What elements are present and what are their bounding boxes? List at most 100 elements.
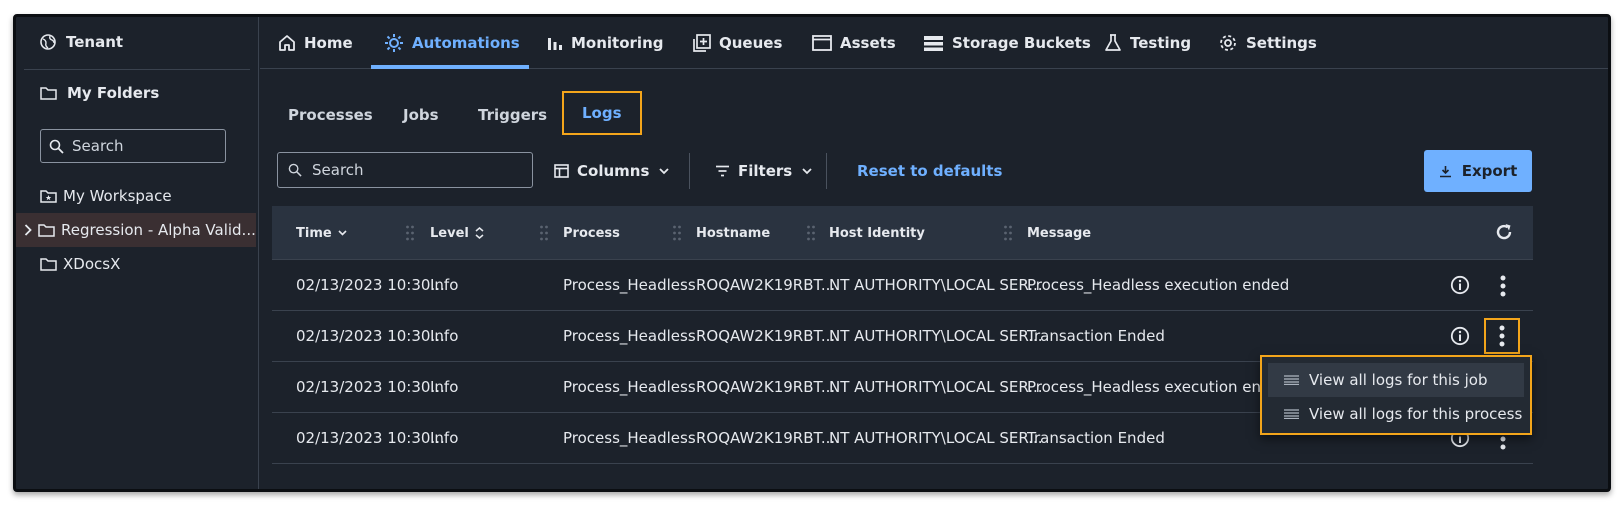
cell-host-identity: NT AUTHORITY\LOCAL SER... xyxy=(829,429,1043,447)
table-row[interactable]: 02/13/2023 10:30... Info Process_Headles… xyxy=(272,260,1533,311)
queue-icon xyxy=(693,33,711,52)
nav-testing[interactable]: Testing xyxy=(1104,17,1191,69)
list-icon xyxy=(1284,409,1299,419)
row-actions-button[interactable] xyxy=(1492,271,1514,301)
tab-logs-label: Logs xyxy=(582,104,622,122)
column-resize-handle-icon[interactable] xyxy=(672,225,682,241)
nav-automations-label: Automations xyxy=(412,34,520,52)
column-header-level[interactable]: Level xyxy=(430,206,484,260)
column-header-time[interactable]: Time xyxy=(296,206,347,260)
cell-message: Process_Headless execution ended xyxy=(1027,276,1290,294)
sidebar-item-my-workspace[interactable]: My Workspace xyxy=(40,179,172,213)
folder-search-input[interactable]: Search xyxy=(40,129,226,163)
tab-jobs[interactable]: Jobs xyxy=(403,97,439,133)
search-icon xyxy=(288,163,302,177)
download-icon xyxy=(1439,165,1451,177)
nav-storage-buckets[interactable]: Storage Buckets xyxy=(923,17,1091,69)
column-header-label: Time xyxy=(296,225,332,241)
sidebar-item-regression[interactable]: Regression - Alpha Valid... xyxy=(16,213,256,247)
column-header-hostname[interactable]: Hostname xyxy=(696,206,770,260)
cell-level: Info xyxy=(430,429,459,447)
cell-host-identity: NT AUTHORITY\LOCAL SER... xyxy=(829,276,1043,294)
nav-monitoring[interactable]: Monitoring xyxy=(547,17,663,69)
logs-search-placeholder: Search xyxy=(312,161,364,179)
nav-monitoring-label: Monitoring xyxy=(571,34,664,52)
nav-storage-label: Storage Buckets xyxy=(952,34,1091,52)
nav-automations[interactable]: Automations xyxy=(384,17,520,69)
tenant-selector[interactable]: Tenant xyxy=(40,29,123,55)
tab-triggers-label: Triggers xyxy=(478,106,548,124)
columns-label: Columns xyxy=(577,162,650,180)
folder-icon xyxy=(38,224,55,237)
sidebar-item-xdocsx[interactable]: XDocsX xyxy=(40,247,120,281)
refresh-icon[interactable] xyxy=(1494,222,1514,242)
row-actions-button[interactable] xyxy=(1484,318,1520,354)
column-header-label: Host Identity xyxy=(829,225,925,241)
app-window: Tenant My Folders Search My Workspace Re… xyxy=(13,14,1611,492)
nav-settings-label: Settings xyxy=(1246,34,1317,52)
column-header-label: Message xyxy=(1027,225,1092,241)
reset-to-defaults-link[interactable]: Reset to defaults xyxy=(857,154,1002,188)
chevron-down-icon xyxy=(802,167,812,174)
info-icon[interactable] xyxy=(1450,275,1470,295)
cell-time: 02/13/2023 10:30... xyxy=(296,327,445,345)
nav-assets-label: Assets xyxy=(840,34,896,52)
my-folders-heading[interactable]: My Folders xyxy=(40,79,159,107)
cell-host-identity: NT AUTHORITY\LOCAL SER... xyxy=(829,327,1043,345)
menu-item-view-job-logs[interactable]: View all logs for this job xyxy=(1268,363,1524,397)
column-header-host-identity[interactable]: Host Identity xyxy=(829,206,925,260)
row-actions-menu: View all logs for this job View all logs… xyxy=(1260,355,1532,435)
cell-message: Transaction Ended xyxy=(1027,429,1165,447)
logs-search-input[interactable]: Search xyxy=(277,152,533,188)
cell-level: Info xyxy=(430,276,459,294)
nav-home[interactable]: Home xyxy=(278,17,353,69)
tab-processes[interactable]: Processes xyxy=(288,97,373,133)
storage-icon xyxy=(924,35,943,51)
columns-icon xyxy=(554,164,569,178)
cell-level: Info xyxy=(430,327,459,345)
gear-icon xyxy=(1220,35,1236,51)
asset-window-icon xyxy=(812,35,832,51)
column-resize-handle-icon[interactable] xyxy=(806,225,816,241)
column-header-message[interactable]: Message xyxy=(1027,206,1091,260)
chevron-right-icon[interactable] xyxy=(24,224,32,236)
column-resize-handle-icon[interactable] xyxy=(539,225,549,241)
cell-time: 02/13/2023 10:30... xyxy=(296,276,445,294)
nav-queues[interactable]: Queues xyxy=(692,17,782,69)
automation-gear-icon xyxy=(385,34,403,52)
export-label: Export xyxy=(1461,162,1518,180)
export-button[interactable]: Export xyxy=(1424,150,1532,192)
columns-button[interactable]: Columns xyxy=(554,154,670,188)
nav-assets[interactable]: Assets xyxy=(812,17,896,69)
column-header-process[interactable]: Process xyxy=(563,206,620,260)
tab-processes-label: Processes xyxy=(288,106,373,124)
cell-process: Process_Headless xyxy=(563,276,696,294)
tab-triggers[interactable]: Triggers xyxy=(478,97,547,133)
sidebar: Tenant My Folders Search My Workspace Re… xyxy=(16,17,259,489)
menu-item-label: View all logs for this process xyxy=(1309,405,1523,423)
flask-icon xyxy=(1105,34,1121,51)
column-header-label: Process xyxy=(563,225,620,241)
column-resize-handle-icon[interactable] xyxy=(405,225,415,241)
tab-logs[interactable]: Logs xyxy=(562,91,642,135)
nav-queues-label: Queues xyxy=(719,34,783,52)
nav-settings[interactable]: Settings xyxy=(1218,17,1317,69)
toolbar-divider xyxy=(689,153,690,189)
filters-button[interactable]: Filters xyxy=(715,154,812,188)
column-resize-handle-icon[interactable] xyxy=(1003,225,1013,241)
info-icon[interactable] xyxy=(1450,326,1470,346)
cell-hostname: ROQAW2K19RBT... xyxy=(696,327,836,345)
menu-item-view-process-logs[interactable]: View all logs for this process xyxy=(1268,397,1524,431)
sidebar-item-label: My Workspace xyxy=(63,187,172,205)
home-icon xyxy=(279,35,295,51)
workspace-folder-icon xyxy=(40,190,57,203)
more-vertical-icon xyxy=(1499,325,1505,347)
reset-label: Reset to defaults xyxy=(857,162,1003,180)
cell-hostname: ROQAW2K19RBT... xyxy=(696,276,836,294)
tab-jobs-label: Jobs xyxy=(403,106,439,124)
menu-item-label: View all logs for this job xyxy=(1309,371,1488,389)
cell-hostname: ROQAW2K19RBT... xyxy=(696,429,836,447)
nav-home-label: Home xyxy=(304,34,353,52)
column-header-label: Hostname xyxy=(696,225,771,241)
cell-process: Process_Headless xyxy=(563,378,696,396)
